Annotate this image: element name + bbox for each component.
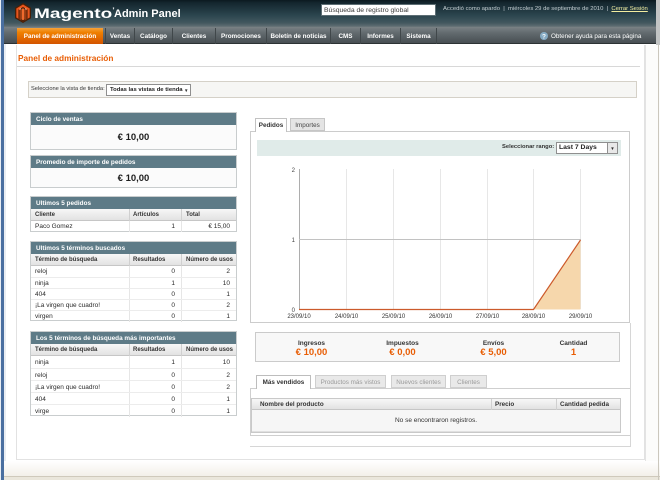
svg-text:24/09/10: 24/09/10 bbox=[335, 314, 359, 320]
svg-text:28/09/10: 28/09/10 bbox=[522, 314, 546, 320]
svg-text:29/09/10: 29/09/10 bbox=[569, 314, 593, 320]
svg-text:?: ? bbox=[542, 33, 546, 40]
svg-text:25/09/10: 25/09/10 bbox=[382, 314, 406, 320]
svg-text:1: 1 bbox=[292, 238, 296, 244]
svg-text:27/09/10: 27/09/10 bbox=[476, 314, 500, 320]
svg-text:26/09/10: 26/09/10 bbox=[429, 314, 453, 320]
svg-text:23/09/10: 23/09/10 bbox=[287, 314, 311, 320]
svg-text:2: 2 bbox=[292, 168, 296, 174]
